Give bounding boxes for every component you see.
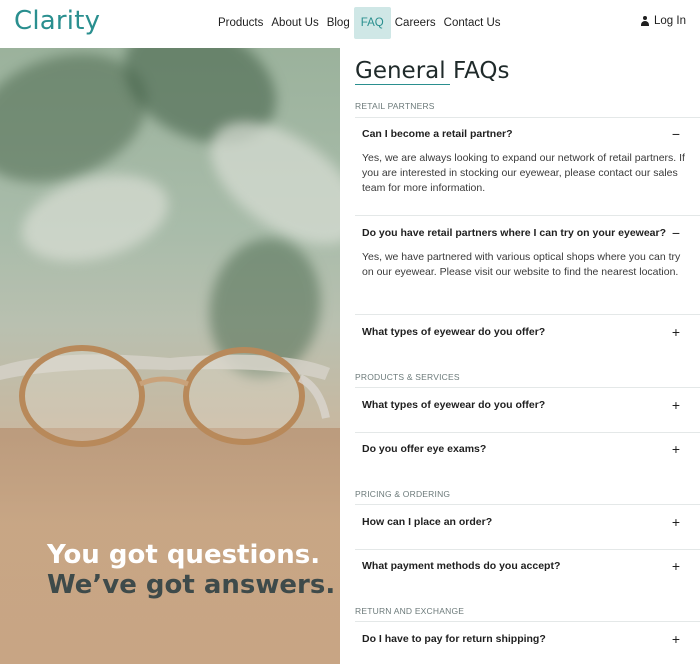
hero-heading-line2: We’ve got answers. <box>47 570 336 600</box>
section-label-pricing-ordering: PRICING & ORDERING <box>355 489 451 499</box>
expand-icon[interactable]: + <box>672 515 680 529</box>
expand-icon[interactable]: + <box>672 398 680 412</box>
collapse-icon[interactable]: − <box>672 127 680 141</box>
faq-question[interactable]: What types of eyewear do you offer? <box>362 399 692 411</box>
title-underline <box>355 84 450 85</box>
faq-answer: Yes, we have partnered with various opti… <box>362 251 681 278</box>
expand-icon[interactable]: + <box>672 442 680 456</box>
faq-question[interactable]: What types of eyewear do you offer? <box>362 326 692 338</box>
nav-careers[interactable]: Careers <box>391 7 440 39</box>
hero-image: You got questions. We’ve got answers. <box>0 48 340 664</box>
expand-icon[interactable]: + <box>672 632 680 646</box>
collapse-icon[interactable]: − <box>672 226 680 240</box>
divider <box>355 387 700 388</box>
nav-products[interactable]: Products <box>214 7 267 39</box>
faq-question[interactable]: Do you have retail partners where I can … <box>362 227 692 239</box>
section-label-return-exchange: RETURN AND EXCHANGE <box>355 606 465 616</box>
divider <box>355 504 700 505</box>
main-nav: Products About Us Blog FAQ Careers Conta… <box>214 7 505 39</box>
section-label-products-services: PRODUCTS & SERVICES <box>355 372 460 382</box>
divider <box>355 549 700 550</box>
faq-question[interactable]: How can I place an order? <box>362 516 692 528</box>
nav-about-us[interactable]: About Us <box>267 7 322 39</box>
expand-icon[interactable]: + <box>672 559 680 573</box>
faq-title: General FAQs <box>355 58 510 84</box>
divider <box>355 117 700 118</box>
logo[interactable]: Clarity <box>14 6 100 36</box>
eyeglasses-illustration <box>0 345 330 447</box>
divider <box>355 215 700 216</box>
section-label-retail-partners: RETAIL PARTNERS <box>355 101 435 111</box>
site-header: Clarity Products About Us Blog FAQ Caree… <box>0 0 700 48</box>
hero-heading-line1: You got questions. <box>47 540 321 570</box>
faq-question[interactable]: What payment methods do you accept? <box>362 560 692 572</box>
divider <box>355 314 700 315</box>
login-button[interactable]: Log In <box>641 15 686 27</box>
divider <box>355 432 700 433</box>
nav-faq[interactable]: FAQ <box>353 7 391 39</box>
faq-panel: General FAQs RETAIL PARTNERS Can I becom… <box>340 48 700 664</box>
login-label: Log In <box>654 15 686 27</box>
nav-contact-us[interactable]: Contact Us <box>440 7 505 39</box>
nav-blog[interactable]: Blog <box>323 7 354 39</box>
hero-heading: You got questions. We’ve got answers. <box>47 540 335 600</box>
faq-question[interactable]: Can I become a retail partner? <box>362 128 692 140</box>
divider <box>355 621 700 622</box>
user-icon <box>641 16 650 26</box>
expand-icon[interactable]: + <box>672 325 680 339</box>
faq-question[interactable]: Do you offer eye exams? <box>362 443 692 455</box>
faq-answer: Yes, we are always looking to expand our… <box>362 152 685 194</box>
faq-question[interactable]: Do I have to pay for return shipping? <box>362 633 692 645</box>
